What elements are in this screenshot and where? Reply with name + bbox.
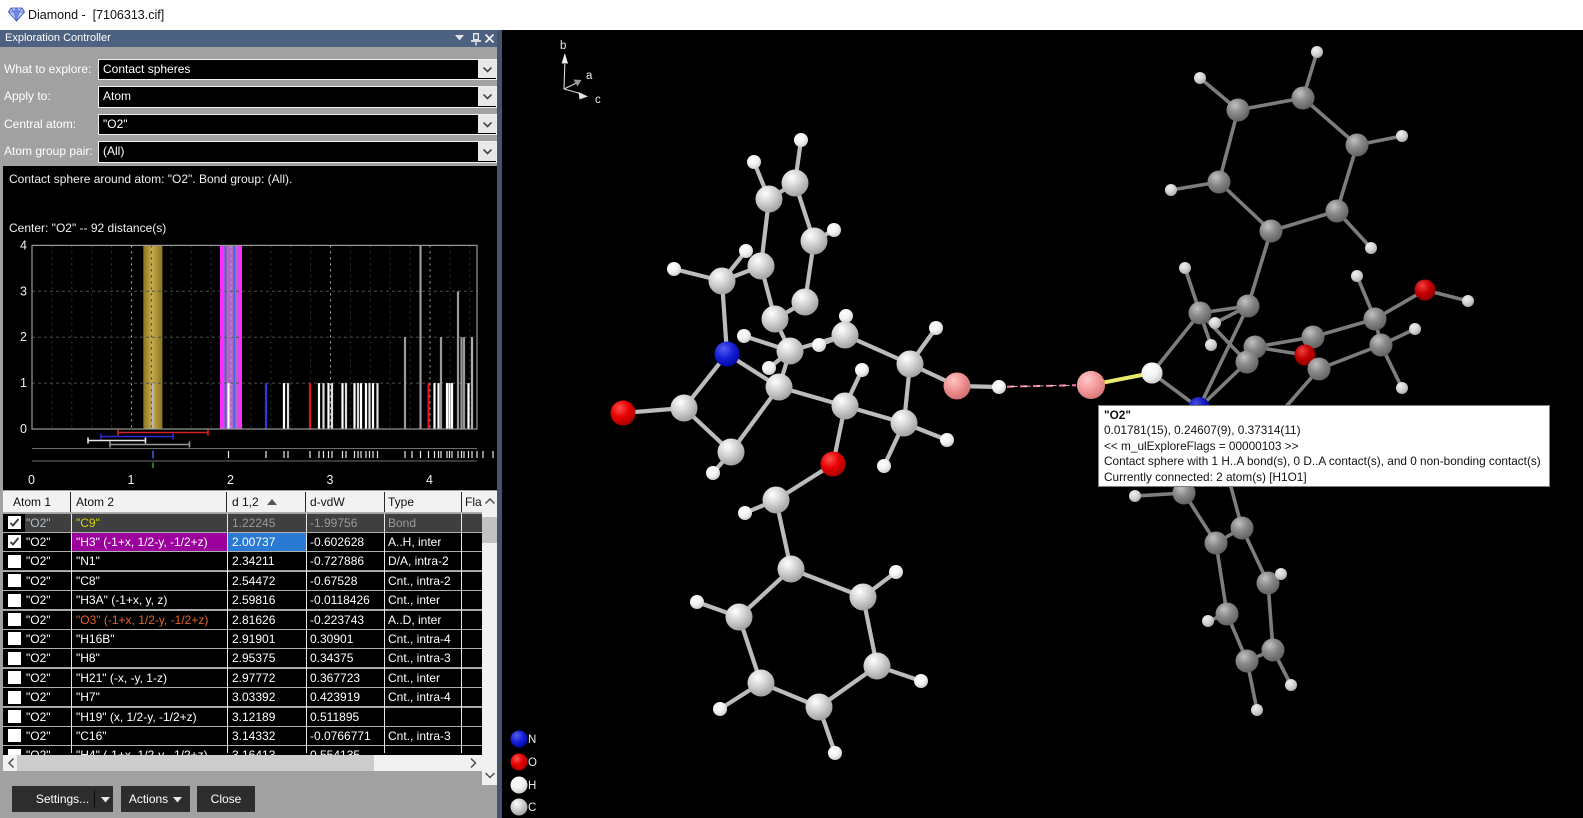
svg-text:a: a [586,70,593,82]
svg-text:C: C [528,802,536,814]
svg-text:b: b [560,40,566,52]
svg-text:O: O [528,757,537,769]
svg-text:H: H [528,780,536,792]
svg-text:N: N [528,734,536,746]
svg-text:c: c [595,94,601,106]
